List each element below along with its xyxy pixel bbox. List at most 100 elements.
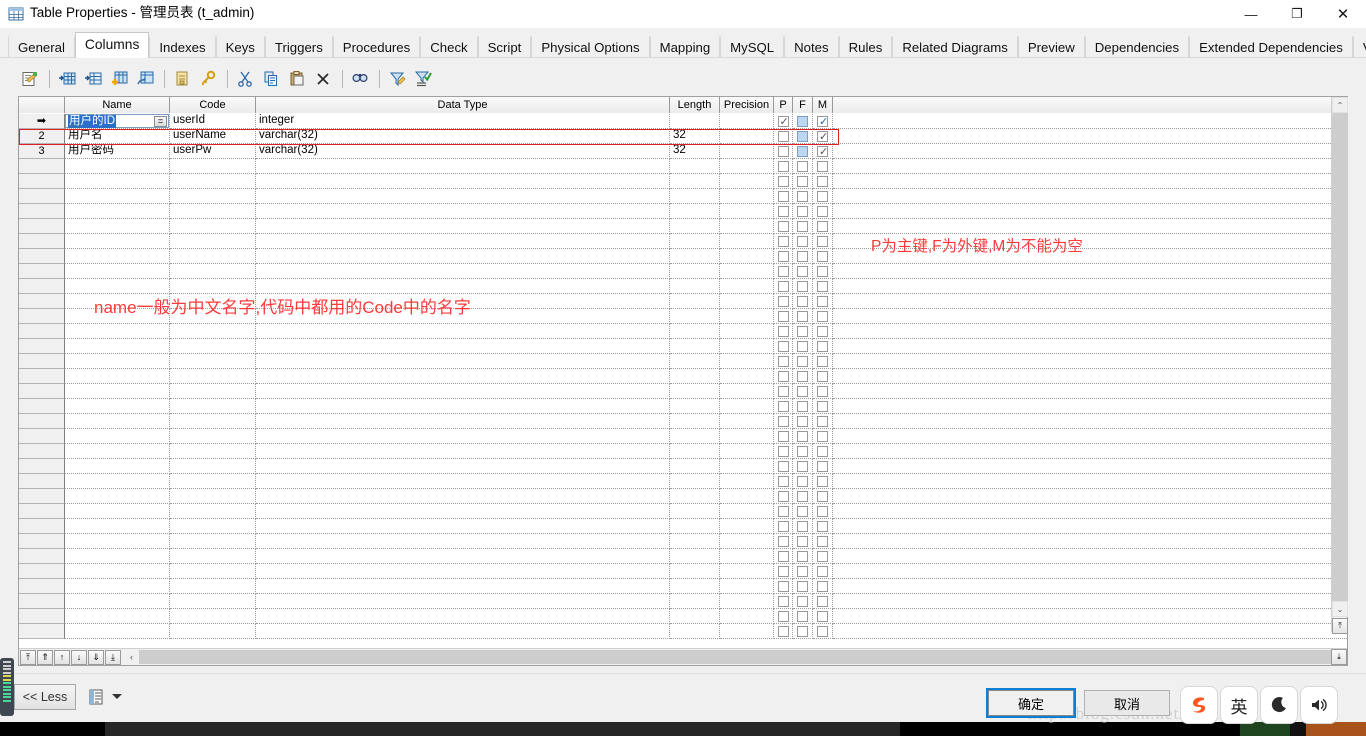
replace-column-icon[interactable]: [133, 67, 157, 91]
row-header-cell-empty[interactable]: [19, 279, 65, 294]
cell-empty[interactable]: [833, 279, 1347, 294]
cell-m-checkbox-empty[interactable]: [813, 309, 833, 324]
p-checkbox[interactable]: [777, 205, 789, 217]
table-row-empty[interactable]: [19, 324, 1347, 339]
cell-empty[interactable]: [720, 174, 774, 189]
f-checkbox[interactable]: [797, 475, 808, 487]
cell-p-checkbox-empty[interactable]: [774, 564, 793, 579]
cell-empty[interactable]: [256, 339, 670, 354]
p-checkbox[interactable]: [777, 475, 789, 487]
row-header-cell-empty[interactable]: [19, 444, 65, 459]
table-row-empty[interactable]: [19, 204, 1347, 219]
tab-mapping[interactable]: Mapping: [649, 36, 721, 58]
tab-indexes[interactable]: Indexes: [149, 36, 216, 58]
cell-m-checkbox-empty[interactable]: [813, 369, 833, 384]
m-checkbox[interactable]: [817, 520, 828, 532]
m-checkbox[interactable]: [817, 175, 828, 187]
m-checkbox[interactable]: [817, 205, 828, 217]
cell-empty[interactable]: [833, 519, 1347, 534]
tab-physical-options[interactable]: Physical Options: [531, 36, 650, 58]
cell-empty[interactable]: [65, 159, 170, 174]
row-header-cell-empty[interactable]: [19, 354, 65, 369]
cell-f-checkbox-empty[interactable]: [793, 384, 813, 399]
cell-m-checkbox[interactable]: ✓: [813, 114, 833, 129]
cell-f-checkbox-empty[interactable]: [793, 594, 813, 609]
f-checkbox[interactable]: [797, 280, 808, 292]
properties-icon[interactable]: [18, 67, 42, 91]
table-row-empty[interactable]: [19, 279, 1347, 294]
cell-empty[interactable]: [670, 534, 720, 549]
m-checkbox[interactable]: [817, 595, 828, 607]
row-header-cell-empty[interactable]: [19, 504, 65, 519]
m-checkbox[interactable]: [817, 310, 828, 322]
cell-empty[interactable]: [670, 609, 720, 624]
cell-p-checkbox-empty[interactable]: [774, 624, 793, 639]
table-row-empty[interactable]: [19, 534, 1347, 549]
cell-p-checkbox[interactable]: [774, 129, 793, 144]
insert-row-icon[interactable]: [55, 67, 79, 91]
cell-empty[interactable]: [833, 219, 1347, 234]
delete-icon[interactable]: [311, 67, 335, 91]
apply-filter-icon[interactable]: [411, 67, 435, 91]
cell-empty[interactable]: [833, 474, 1347, 489]
scroll-down-button[interactable]: ⌄: [1332, 601, 1348, 617]
cell-f-checkbox-empty[interactable]: [793, 549, 813, 564]
f-checkbox[interactable]: [797, 565, 808, 577]
cell-code[interactable]: userId: [170, 114, 256, 129]
row-header-cell-empty[interactable]: [19, 414, 65, 429]
cell-empty[interactable]: [670, 204, 720, 219]
cell-p-checkbox-empty[interactable]: [774, 189, 793, 204]
cell-p-checkbox-empty[interactable]: [774, 249, 793, 264]
vertical-scroll-thumb[interactable]: [1332, 113, 1348, 601]
cell-empty[interactable]: [670, 189, 720, 204]
cell-f-checkbox-empty[interactable]: [793, 174, 813, 189]
cell-empty[interactable]: [833, 594, 1347, 609]
cell-empty[interactable]: [170, 234, 256, 249]
cell-empty[interactable]: [670, 489, 720, 504]
m-checkbox[interactable]: [817, 220, 828, 232]
grid-header-rownum[interactable]: [19, 97, 65, 113]
cell-length[interactable]: 32: [670, 129, 720, 144]
cell-m-checkbox-empty[interactable]: [813, 384, 833, 399]
cell-f-checkbox-empty[interactable]: [793, 309, 813, 324]
find-icon[interactable]: [348, 67, 372, 91]
cell-length[interactable]: [670, 114, 720, 129]
cell-empty[interactable]: [256, 264, 670, 279]
cell-p-checkbox-empty[interactable]: [774, 579, 793, 594]
m-checkbox[interactable]: ✓: [817, 130, 828, 142]
cell-empty[interactable]: [670, 309, 720, 324]
row-header-cell-empty[interactable]: [19, 489, 65, 504]
cell-empty[interactable]: [256, 624, 670, 639]
cell-empty[interactable]: [670, 474, 720, 489]
print-preview-icon[interactable]: [88, 688, 106, 706]
p-checkbox[interactable]: [777, 520, 789, 532]
cell-empty[interactable]: [670, 384, 720, 399]
cell-m-checkbox-empty[interactable]: [813, 609, 833, 624]
cell-m-checkbox-empty[interactable]: [813, 354, 833, 369]
grid-header-p[interactable]: P: [774, 97, 793, 113]
table-row-empty[interactable]: [19, 219, 1347, 234]
m-checkbox[interactable]: [817, 610, 828, 622]
name-edit-equals-button[interactable]: =: [154, 116, 167, 127]
m-checkbox[interactable]: [817, 460, 828, 472]
row-header-cell-empty[interactable]: [19, 534, 65, 549]
cell-empty[interactable]: [670, 354, 720, 369]
f-checkbox[interactable]: [797, 385, 808, 397]
m-checkbox[interactable]: [817, 580, 828, 592]
cell-empty[interactable]: [170, 534, 256, 549]
m-checkbox[interactable]: [817, 565, 828, 577]
cell-m-checkbox-empty[interactable]: [813, 414, 833, 429]
cell-empty[interactable]: [720, 219, 774, 234]
f-checkbox[interactable]: [797, 610, 808, 622]
cell-empty[interactable]: [833, 369, 1347, 384]
f-checkbox[interactable]: [797, 445, 808, 457]
cell-f-checkbox-empty[interactable]: [793, 234, 813, 249]
row-header-cell-empty[interactable]: [19, 339, 65, 354]
cell-empty[interactable]: [833, 564, 1347, 579]
table-row-empty[interactable]: [19, 354, 1347, 369]
cell-m-checkbox-empty[interactable]: [813, 279, 833, 294]
f-checkbox[interactable]: [797, 160, 808, 172]
cell-empty[interactable]: [670, 294, 720, 309]
table-row-empty[interactable]: [19, 459, 1347, 474]
p-checkbox[interactable]: [777, 190, 789, 202]
